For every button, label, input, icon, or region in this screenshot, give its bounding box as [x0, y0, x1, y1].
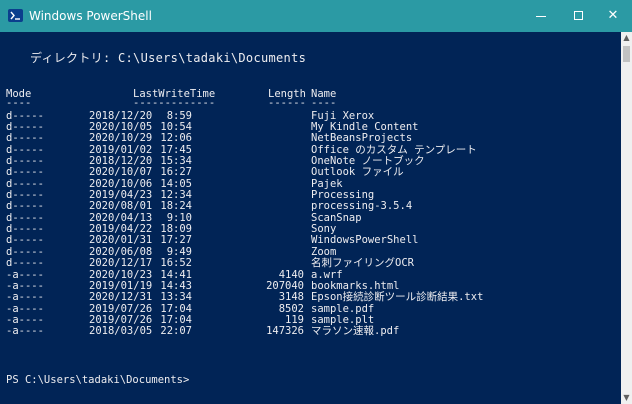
row-length: 147326 — [266, 325, 304, 338]
command-prompt[interactable]: PS C:\Users\tadaki\Documents> — [6, 374, 189, 386]
powershell-icon — [8, 9, 23, 22]
row-name: 名刺ファイリングOCR — [311, 257, 414, 270]
row-name: Epson接続診断ツール診断結果.txt — [311, 291, 484, 304]
scroll-up-icon[interactable]: ▲ — [621, 32, 632, 44]
separator-time: ------------- — [133, 97, 216, 109]
row-date: 2020/10/29 — [89, 132, 153, 145]
list-item: d----- 2020/12/17 16:52 名刺ファイリングOCR — [0, 257, 621, 270]
list-item: -a---- 2020/12/31 13:34 3148 Epson接続診断ツール診断結… — [0, 291, 621, 304]
scroll-down-icon[interactable]: ▼ — [621, 392, 632, 404]
separator-name: ---- — [311, 97, 337, 109]
row-name: NetBeansProjects — [311, 132, 413, 145]
minimize-icon — [536, 16, 546, 17]
scroll-thumb[interactable] — [623, 46, 630, 62]
title-bar[interactable]: Windows PowerShell ✕ — [0, 0, 632, 32]
list-item: d----- 2020/10/29 12:06 NetBeansProjects — [0, 132, 621, 145]
row-time: 16:52 — [160, 257, 192, 270]
row-time: 12:06 — [160, 132, 192, 145]
row-mode: -a---- — [6, 291, 44, 304]
row-mode: -a---- — [6, 325, 44, 338]
console-area[interactable]: ディレクトリ: C:\Users\tadaki\Documents Mode L… — [0, 32, 621, 404]
row-time: 13:34 — [160, 291, 192, 304]
close-icon: ✕ — [607, 8, 619, 23]
directory-line: ディレクトリ: C:\Users\tadaki\Documents — [30, 51, 307, 65]
vertical-scrollbar[interactable]: ▲ ▼ — [621, 32, 632, 404]
row-mode: d----- — [6, 132, 44, 145]
row-length: 3148 — [278, 291, 304, 304]
maximize-icon — [574, 11, 583, 20]
separator-mode: ---- — [6, 97, 32, 109]
list-item: -a---- 2018/03/05 22:07 147326 マラソン速報.pdf — [0, 325, 621, 338]
separator-length: ------ — [268, 97, 306, 109]
row-date: 2020/12/31 — [89, 291, 153, 304]
row-date: 2020/12/17 — [89, 257, 153, 270]
window-title: Windows PowerShell — [29, 9, 152, 23]
close-button[interactable]: ✕ — [594, 0, 632, 32]
row-time: 22:07 — [160, 325, 192, 338]
row-date: 2018/03/05 — [89, 325, 153, 338]
row-mode: d----- — [6, 257, 44, 270]
row-name: マラソン速報.pdf — [311, 325, 400, 338]
